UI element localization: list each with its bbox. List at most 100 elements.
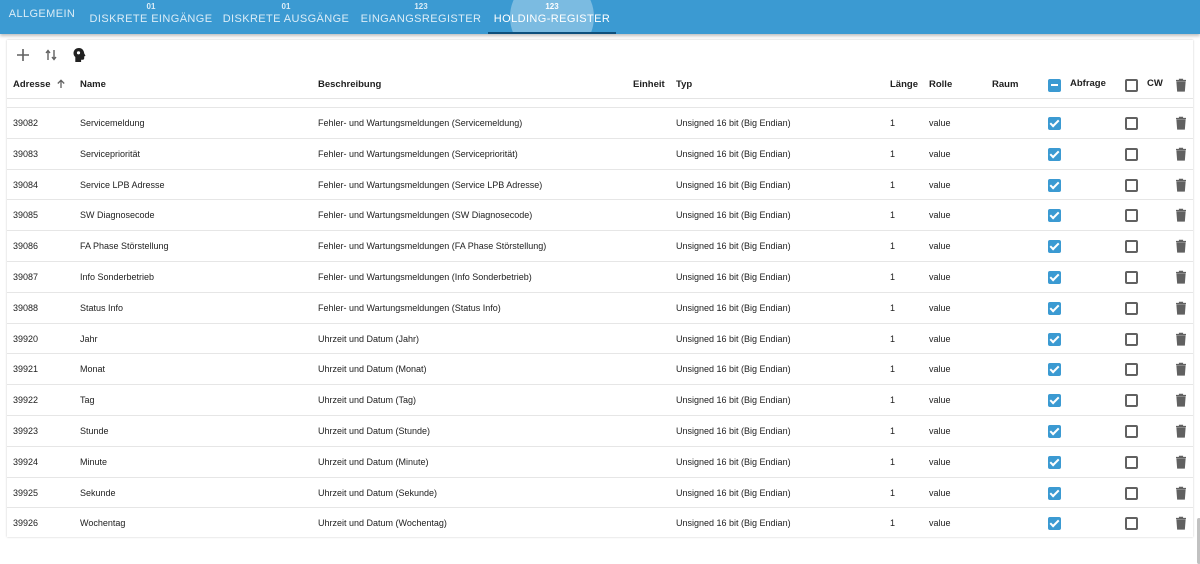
cw-checkbox[interactable]	[1125, 117, 1138, 130]
poll-checkbox[interactable]	[1048, 455, 1061, 469]
column-type-header[interactable]: Typ	[676, 79, 692, 90]
length-cell[interactable]: 1	[890, 334, 895, 344]
length-cell[interactable]: 1	[890, 426, 895, 436]
cw-checkbox[interactable]	[1125, 517, 1138, 531]
poll-checkbox[interactable]	[1048, 486, 1061, 500]
table-row[interactable]: 39923 Stunde Uhrzeit und Datum (Stunde) Uns…	[7, 415, 1193, 447]
name-cell[interactable]: Servicepriorität	[80, 149, 140, 159]
type-cell[interactable]: Unsigned 16 bit (Big Endian)	[676, 118, 791, 128]
column-role-header[interactable]: Rolle	[929, 79, 952, 90]
address-cell[interactable]: 39920	[13, 334, 38, 344]
type-cell[interactable]: Unsigned 16 bit (Big Endian)	[676, 149, 791, 159]
length-cell[interactable]: 1	[890, 180, 895, 190]
cw-checkbox[interactable]	[1125, 301, 1138, 315]
delete-row-icon[interactable]	[1174, 362, 1188, 376]
poll-checkbox[interactable]	[1048, 178, 1061, 192]
poll-checkbox[interactable]	[1048, 363, 1061, 377]
table-row[interactable]: 39085 SW Diagnosecode Fehler- und Wartungs…	[7, 199, 1193, 231]
type-cell[interactable]: Unsigned 16 bit (Big Endian)	[676, 210, 791, 220]
name-cell[interactable]: Tag	[80, 395, 95, 405]
table-row[interactable]: 39083 Servicepriorität Fehler- und Wartung…	[7, 137, 1193, 170]
sort-arrow-up-icon[interactable]	[56, 79, 66, 92]
type-cell[interactable]: Unsigned 16 bit (Big Endian)	[676, 426, 791, 436]
role-cell[interactable]: value	[929, 488, 951, 498]
cw-checkbox[interactable]	[1125, 332, 1138, 346]
column-cw-header[interactable]: CW	[1147, 78, 1163, 89]
type-cell[interactable]: Unsigned 16 bit (Big Endian)	[676, 457, 791, 467]
delete-row-icon[interactable]	[1174, 301, 1188, 315]
name-cell[interactable]: Stunde	[80, 426, 109, 436]
length-cell[interactable]: 1	[890, 457, 895, 467]
delete-row-icon[interactable]	[1174, 455, 1188, 469]
description-cell[interactable]: Fehler- und Wartungsmeldungen (Service L…	[318, 180, 542, 190]
tab-holding-register[interactable]: 123 HOLDING-REGISTER	[488, 0, 616, 34]
address-cell[interactable]: 39922	[13, 395, 38, 405]
cw-checkbox[interactable]	[1125, 425, 1138, 438]
column-address-header[interactable]: Adresse	[13, 79, 66, 92]
table-row[interactable]: 39087 Info Sonderbetrieb Fehler- und Wartu…	[7, 261, 1193, 293]
role-cell[interactable]: value	[929, 457, 951, 467]
column-unit-header[interactable]: Einheit	[633, 79, 665, 90]
poll-checkbox[interactable]	[1048, 425, 1061, 438]
address-cell[interactable]: 39923	[13, 426, 38, 436]
length-cell[interactable]: 1	[890, 395, 895, 405]
delete-row-icon[interactable]	[1174, 424, 1188, 438]
length-cell[interactable]: 1	[890, 241, 895, 251]
name-cell[interactable]: Wochentag	[80, 518, 125, 528]
role-cell[interactable]: value	[929, 518, 951, 528]
description-cell[interactable]: Fehler- und Wartungsmeldungen (FA Phase …	[318, 241, 546, 251]
delete-row-icon[interactable]	[1174, 270, 1188, 284]
delete-row-icon[interactable]	[1174, 516, 1188, 530]
name-cell[interactable]: Jahr	[80, 334, 98, 344]
address-cell[interactable]: 39926	[13, 518, 38, 528]
name-cell[interactable]: Info Sonderbetrieb	[80, 272, 154, 282]
cw-checkbox[interactable]	[1125, 240, 1138, 254]
description-cell[interactable]: Uhrzeit und Datum (Tag)	[318, 395, 416, 405]
role-cell[interactable]: value	[929, 180, 951, 190]
tab-diskrete-ausgaenge[interactable]: 01 DISKRETE AUSGÄNGE	[218, 0, 354, 34]
column-length-header[interactable]: Länge	[890, 79, 918, 90]
description-cell[interactable]: Uhrzeit und Datum (Sekunde)	[318, 488, 437, 498]
length-cell[interactable]: 1	[890, 272, 895, 282]
table-row[interactable]: 39086 FA Phase Störstellung Fehler- und Wa…	[7, 230, 1193, 262]
delete-row-icon[interactable]	[1174, 116, 1188, 130]
description-cell[interactable]: Fehler- und Wartungsmeldungen (Info Sond…	[318, 272, 532, 282]
poll-checkbox[interactable]	[1048, 394, 1061, 408]
role-cell[interactable]: value	[929, 210, 951, 220]
type-cell[interactable]: Unsigned 16 bit (Big Endian)	[676, 395, 791, 405]
address-cell[interactable]: 39088	[13, 303, 38, 313]
address-cell[interactable]: 39087	[13, 272, 38, 282]
type-cell[interactable]: Unsigned 16 bit (Big Endian)	[676, 364, 791, 374]
cw-checkbox[interactable]	[1125, 486, 1138, 500]
role-cell[interactable]: value	[929, 272, 951, 282]
table-row[interactable]: 39921 Monat Uhrzeit und Datum (Monat) Unsig…	[7, 353, 1193, 385]
address-cell[interactable]: 39085	[13, 210, 38, 220]
poll-checkbox[interactable]	[1048, 240, 1061, 254]
delete-row-icon[interactable]	[1174, 332, 1188, 346]
delete-row-icon[interactable]	[1174, 239, 1188, 253]
column-poll-header[interactable]: Abfrage	[1070, 78, 1106, 89]
type-cell[interactable]: Unsigned 16 bit (Big Endian)	[676, 241, 791, 251]
role-cell[interactable]: value	[929, 364, 951, 374]
cw-checkbox[interactable]	[1125, 178, 1138, 192]
role-cell[interactable]: value	[929, 241, 951, 251]
cw-checkbox[interactable]	[1125, 394, 1138, 408]
tab-allgemein[interactable]: ALLGEMEIN	[0, 0, 84, 34]
name-cell[interactable]: Service LPB Adresse	[80, 180, 165, 190]
description-cell[interactable]: Uhrzeit und Datum (Wochentag)	[318, 518, 447, 528]
name-cell[interactable]: SW Diagnosecode	[80, 210, 155, 220]
name-cell[interactable]: Monat	[80, 364, 105, 374]
address-cell[interactable]: 39924	[13, 457, 38, 467]
type-cell[interactable]: Unsigned 16 bit (Big Endian)	[676, 303, 791, 313]
name-cell[interactable]: Servicemeldung	[80, 118, 145, 128]
import-export-icon[interactable]	[41, 45, 61, 65]
length-cell[interactable]: 1	[890, 210, 895, 220]
length-cell[interactable]: 1	[890, 488, 895, 498]
cw-checkbox[interactable]	[1125, 455, 1138, 469]
cw-checkbox[interactable]	[1125, 147, 1138, 161]
column-room-header[interactable]: Raum	[992, 79, 1018, 90]
column-description-header[interactable]: Beschreibung	[318, 79, 381, 90]
tab-diskrete-eingaenge[interactable]: 01 DISKRETE EINGÄNGE	[84, 0, 218, 34]
table-row[interactable]: 39922 Tag Uhrzeit und Datum (Tag) Unsigned …	[7, 384, 1193, 416]
delete-row-icon[interactable]	[1174, 208, 1188, 222]
